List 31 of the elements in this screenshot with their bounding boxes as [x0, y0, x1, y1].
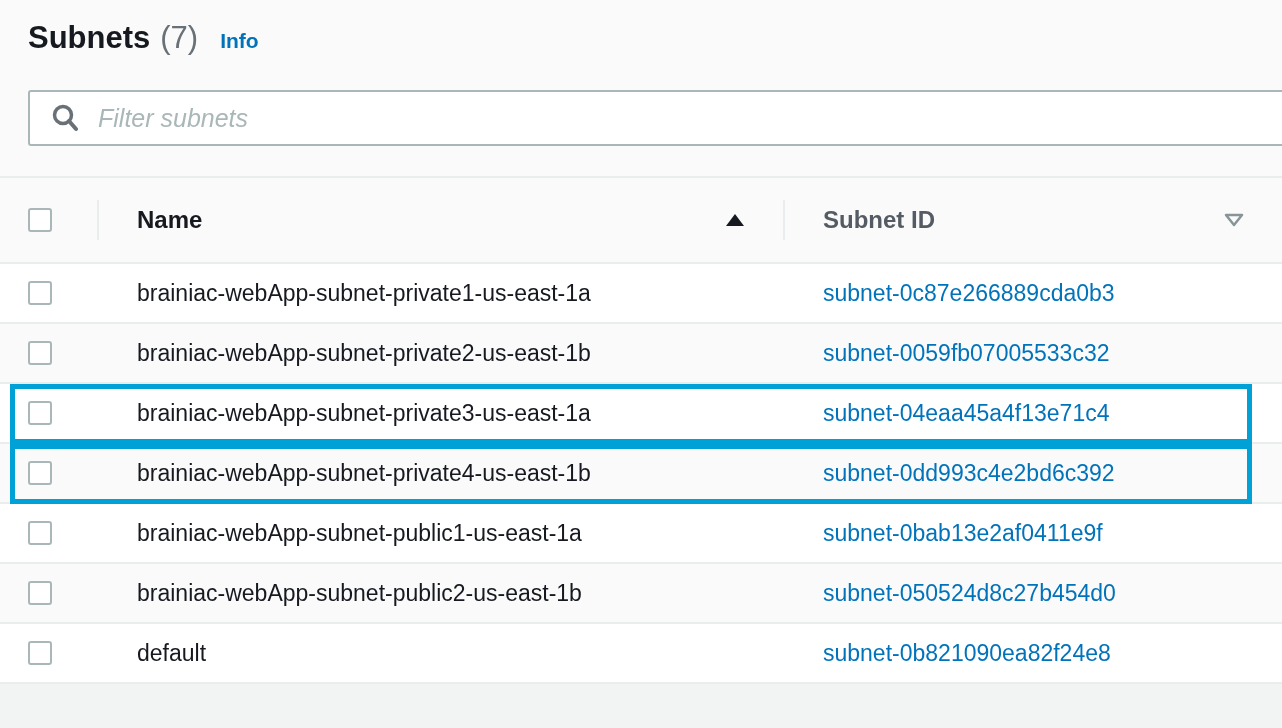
filter-field[interactable]: Filter subnets: [28, 90, 1282, 146]
subnet-id-link[interactable]: subnet-0bab13e2af0411e9f: [823, 519, 1103, 546]
row-checkbox[interactable]: [28, 281, 52, 305]
select-all-checkbox[interactable]: [28, 208, 52, 232]
row-checkbox[interactable]: [28, 581, 52, 605]
subnet-name: brainiac-webApp-subnet-public2-us-east-1b: [137, 579, 582, 606]
subnet-name: brainiac-webApp-subnet-private3-us-east-1a: [137, 399, 591, 426]
row-checkbox[interactable]: [28, 461, 52, 485]
subnet-id-link[interactable]: subnet-050524d8c27b454d0: [823, 579, 1116, 606]
subnet-id-link[interactable]: subnet-0059fb07005533c32: [823, 339, 1110, 366]
search-icon: [52, 104, 78, 132]
sort-icon[interactable]: [1224, 213, 1244, 227]
subnet-id-link[interactable]: subnet-0b821090ea82f24e8: [823, 639, 1111, 666]
subnet-name: brainiac-webApp-subnet-private4-us-east-1b: [137, 459, 591, 486]
info-link[interactable]: Info: [220, 29, 259, 53]
row-checkbox[interactable]: [28, 641, 52, 665]
subnet-id-link[interactable]: subnet-0dd993c4e2bd6c392: [823, 459, 1115, 486]
row-checkbox[interactable]: [28, 341, 52, 365]
subnet-id-link[interactable]: subnet-0c87e266889cda0b3: [823, 279, 1115, 306]
subnet-name: brainiac-webApp-subnet-private2-us-east-1b: [137, 339, 591, 366]
row-checkbox[interactable]: [28, 521, 52, 545]
subnet-id-link[interactable]: subnet-04eaa45a4f13e71c4: [823, 399, 1110, 426]
sort-ascending-icon[interactable]: [725, 213, 745, 227]
column-header[interactable]: Name: [137, 206, 203, 234]
subnet-name: brainiac-webApp-subnet-public1-us-east-1a: [137, 519, 582, 546]
item-count: (7): [160, 20, 199, 56]
page-title: Subnets: [28, 20, 151, 56]
column-header[interactable]: Subnet ID: [823, 206, 935, 234]
subnet-name: brainiac-webApp-subnet-private1-us-east-1a: [137, 279, 591, 306]
subnet-name: default: [137, 639, 207, 666]
row-checkbox[interactable]: [28, 401, 52, 425]
